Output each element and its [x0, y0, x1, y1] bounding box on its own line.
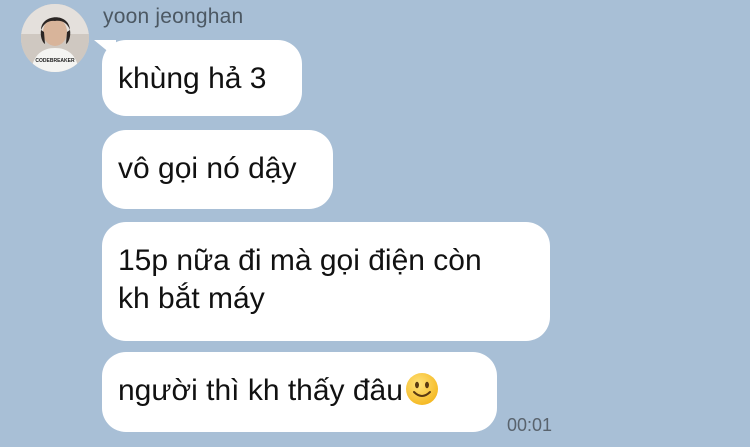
message-bubble[interactable]: 15p nữa đi mà gọi điện còn kh bắt máy — [102, 222, 550, 341]
sender-name: yoon jeonghan — [103, 5, 244, 28]
avatar[interactable]: CODEBREAKER — [21, 4, 89, 72]
message-text: vô gọi nó dậy — [118, 152, 297, 185]
message-bubble[interactable]: vô gọi nó dậy — [102, 130, 333, 209]
message-timestamp: 00:01 — [507, 415, 553, 435]
message-bubble[interactable]: người thì kh thấy đâu — [102, 352, 497, 432]
avatar-shirt-text: CODEBREAKER — [35, 58, 75, 64]
slightly-smiling-face-icon — [405, 372, 439, 416]
message-bubble[interactable]: khùng hả 3 — [102, 40, 302, 116]
chat-view: CODEBREAKER yoon jeonghan khùng hả 3 vô … — [0, 0, 750, 447]
profile-photo: CODEBREAKER — [21, 4, 89, 72]
message-text: khùng hả 3 — [118, 62, 267, 95]
message-text: người thì kh thấy đâu — [118, 374, 403, 407]
message-text: 15p nữa đi mà gọi điện còn kh bắt máy — [118, 244, 482, 315]
